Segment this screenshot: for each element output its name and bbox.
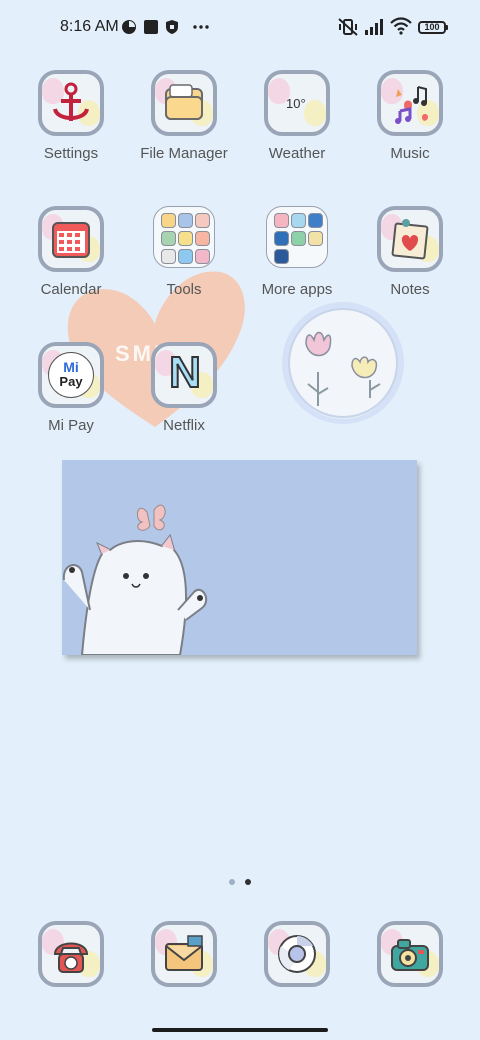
app-label: Mi Pay [48, 417, 94, 434]
dock-camera[interactable] [355, 921, 465, 1021]
photo-widget[interactable] [62, 460, 417, 655]
dock-phone[interactable] [16, 921, 126, 1021]
app-label: Music [390, 145, 430, 162]
vpn-circle-icon [122, 20, 136, 34]
netflix-n-icon: N [151, 342, 217, 408]
app-label: Tools [166, 281, 202, 298]
more-dots-icon [193, 25, 209, 29]
camera-icon [377, 921, 443, 987]
note-heart-icon [377, 206, 443, 272]
music-notes-icon [377, 70, 443, 136]
battery-level: 100 [424, 22, 440, 32]
app-settings[interactable]: Settings [16, 70, 126, 170]
status-bar: 8:16 AM 100 [0, 0, 480, 56]
app-label: Settings [43, 145, 99, 162]
app-mi-pay[interactable]: Mi Pay Mi Pay [16, 342, 126, 442]
status-time: 8:16 AM [60, 18, 119, 35]
anchor-icon [38, 70, 104, 136]
app-file-manager[interactable]: File Manager [129, 70, 239, 170]
app-tools-folder[interactable]: Tools [129, 206, 239, 306]
envelope-icon [151, 921, 217, 987]
phone-icon [38, 921, 104, 987]
folder-grid-icon [153, 206, 215, 268]
page-indicator-2-active[interactable] [245, 879, 251, 885]
battery-icon: 100 [418, 21, 448, 34]
tulip-widget[interactable] [280, 300, 410, 430]
app-label: Calendar [40, 281, 102, 298]
page-indicator-1[interactable] [229, 879, 235, 885]
signal-icon [365, 19, 383, 35]
netflix-badge: N [168, 347, 202, 398]
wifi-icon [390, 17, 412, 35]
app-calendar[interactable]: Calendar [16, 206, 126, 306]
dock-browser[interactable] [242, 921, 352, 1021]
folder-grid-icon [266, 206, 328, 268]
app-label: Netflix [163, 417, 205, 434]
dock-mail[interactable] [129, 921, 239, 1021]
app-label: File Manager [140, 145, 228, 162]
app-netflix[interactable]: N Netflix [129, 342, 239, 442]
mi-badge-top: Mi [63, 359, 79, 375]
calendar-icon [38, 206, 104, 272]
shield-icon [166, 20, 178, 34]
app-label: Notes [390, 281, 430, 298]
weather-icon: 10° [264, 70, 330, 136]
app-label: More apps [261, 281, 333, 298]
folder-icon [151, 70, 217, 136]
app-notes[interactable]: Notes [355, 206, 465, 306]
weather-temp: 10° [286, 96, 306, 111]
app-music[interactable]: Music [355, 70, 465, 170]
chrome-icon [264, 921, 330, 987]
home-gesture-bar[interactable] [152, 1028, 328, 1032]
app-weather[interactable]: 10° Weather [242, 70, 352, 170]
mute-vibrate-icon [338, 18, 358, 36]
cat-butterfly-image [62, 504, 208, 655]
app-more-apps-folder[interactable]: More apps [242, 206, 352, 306]
mi-badge-bottom: Pay [59, 374, 83, 389]
mi-pay-icon: Mi Pay [38, 342, 104, 408]
square-notification-icon [144, 20, 158, 34]
app-label: Weather [268, 145, 326, 162]
